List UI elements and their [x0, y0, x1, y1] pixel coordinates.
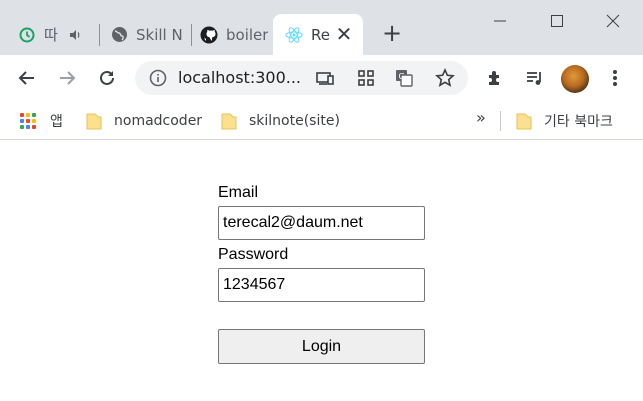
- react-icon: [285, 26, 303, 44]
- browser-toolbar: localhost:300... G: [0, 55, 643, 102]
- bookmarks-separator: [500, 111, 501, 131]
- forward-icon[interactable]: [54, 65, 80, 91]
- close-tab-icon[interactable]: ✕: [333, 23, 355, 45]
- address-bar[interactable]: localhost:300... G: [135, 61, 468, 95]
- qr-code-icon[interactable]: [353, 65, 379, 91]
- bookmarks-bar: 앱 nomadcoder skilnote(site) » 기타 북마크: [0, 102, 643, 140]
- bookmark-apps-label: 앱: [50, 114, 63, 130]
- new-tab-button[interactable]: +: [380, 21, 404, 46]
- svg-text:G: G: [399, 72, 405, 81]
- tab-3-title: boiler: [226, 25, 268, 44]
- translate-icon[interactable]: G: [391, 65, 417, 91]
- back-icon[interactable]: [14, 65, 40, 91]
- page-content: Email Password Login: [0, 141, 643, 401]
- bookmarks-overflow-button[interactable]: »: [476, 108, 486, 127]
- tab-4-title: Re: [311, 25, 330, 44]
- folder-icon: [516, 113, 532, 130]
- bookmark-label: nomadcoder: [114, 113, 203, 129]
- address-text[interactable]: localhost:300...: [178, 68, 301, 87]
- tab-1[interactable]: 따: [18, 14, 96, 55]
- bookmark-label: skilnote(site): [249, 113, 340, 129]
- folder-icon: [86, 113, 102, 130]
- bookmark-star-icon[interactable]: [432, 65, 458, 91]
- tab-1-title: 따: [44, 26, 58, 44]
- bookmark-other-label: 기타 북마크: [544, 114, 613, 130]
- tab-separator: [99, 24, 100, 46]
- password-input[interactable]: [218, 268, 425, 302]
- login-button[interactable]: Login: [218, 329, 425, 364]
- email-label: Email: [218, 184, 259, 201]
- extensions-icon[interactable]: [482, 65, 508, 91]
- menu-kebab-icon[interactable]: [602, 65, 628, 91]
- globe-icon: [110, 26, 128, 44]
- github-icon: [200, 26, 218, 44]
- maximize-icon[interactable]: [542, 8, 572, 34]
- tab-2-title: Skill N: [136, 25, 183, 44]
- tab-separator: [191, 24, 192, 46]
- apps-grid-icon: [20, 113, 36, 129]
- tab-2[interactable]: Skill N: [110, 14, 186, 55]
- bookmark-skilnote[interactable]: skilnote(site): [221, 110, 340, 132]
- bookmark-nomadcoder[interactable]: nomadcoder: [86, 110, 202, 132]
- bookmark-other[interactable]: 기타 북마크: [516, 110, 613, 132]
- profile-avatar[interactable]: [561, 65, 589, 93]
- close-window-icon[interactable]: [598, 8, 628, 34]
- tab-3[interactable]: boiler: [200, 14, 268, 55]
- bookmark-apps[interactable]: 앱: [20, 110, 63, 132]
- reload-icon[interactable]: [94, 65, 120, 91]
- cast-icon[interactable]: [312, 65, 338, 91]
- email-input[interactable]: [218, 206, 425, 240]
- media-queue-icon[interactable]: [522, 65, 548, 91]
- browser-titlebar: 따 Skill N boiler Re ✕ +: [0, 0, 643, 55]
- clock-icon: [18, 26, 36, 44]
- password-label: Password: [218, 246, 289, 263]
- site-info-icon[interactable]: [145, 65, 171, 91]
- folder-icon: [221, 113, 237, 130]
- speaker-icon[interactable]: [66, 26, 84, 44]
- minimize-icon[interactable]: [485, 8, 515, 34]
